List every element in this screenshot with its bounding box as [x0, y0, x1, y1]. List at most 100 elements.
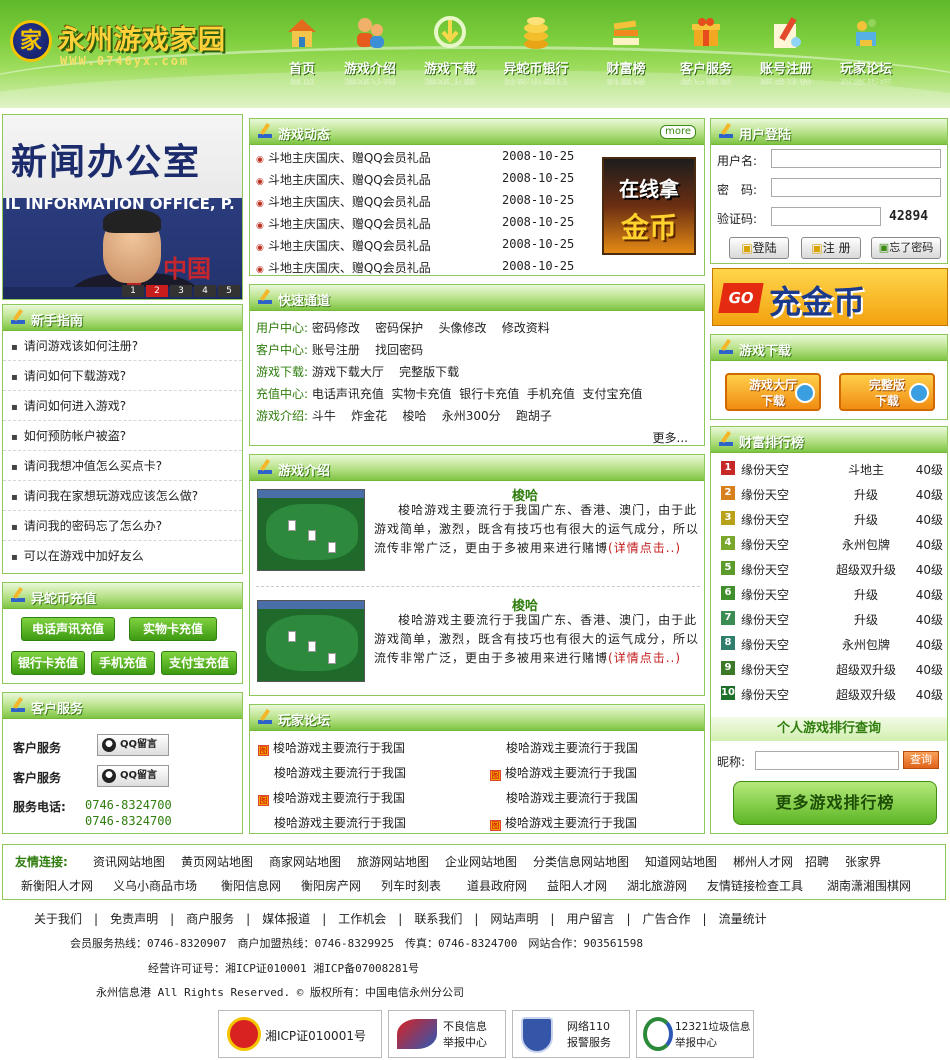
quick-link[interactable]: 完整版下载	[399, 365, 459, 379]
ranking-row[interactable]: 4 缘份天空 永州包牌 40级	[721, 532, 943, 557]
footer-link[interactable]: 流量统计	[719, 912, 767, 926]
ranking-row[interactable]: 1 缘份天空 斗地主 40级	[721, 457, 943, 482]
news-photo[interactable]: 新闻办公室 IL INFORMATION OFFICE, P. 中国 1 2 3…	[2, 114, 243, 300]
slide-page-5[interactable]: 5	[218, 285, 240, 297]
footer-link[interactable]: 工作机会	[338, 912, 386, 926]
nickname-input[interactable]	[755, 751, 899, 770]
password-input[interactable]	[771, 178, 941, 197]
quick-link[interactable]: 手机充值	[527, 387, 575, 401]
more-ranking-button[interactable]: 更多游戏排行榜	[733, 781, 937, 825]
nav-game-intro[interactable]: 游戏介绍 游戏介绍	[330, 14, 410, 85]
footer-link[interactable]: 关于我们	[34, 912, 82, 926]
ranking-row[interactable]: 9 缘份天空 超级双升级 40级	[721, 657, 943, 682]
guide-item[interactable]: 请问如何进入游戏?	[3, 391, 242, 421]
quick-link[interactable]: 密码修改	[312, 321, 360, 335]
footer-link[interactable]: 免责声明	[110, 912, 158, 926]
ranking-row[interactable]: 2 缘份天空 升级 40级	[721, 482, 943, 507]
friend-link[interactable]: 招聘	[805, 853, 829, 870]
quick-link[interactable]: 跑胡子	[516, 409, 552, 423]
friend-link[interactable]: 黄页网站地图	[181, 853, 253, 870]
nav-wealth-rank[interactable]: 财富榜 财富榜	[586, 14, 666, 85]
quick-link[interactable]: 永州300分	[442, 409, 501, 423]
quick-link[interactable]: 修改资料	[502, 321, 550, 335]
friend-link[interactable]: 湖南潇湘围棋网	[827, 877, 911, 894]
forum-post[interactable]: 图梭哈游戏主要流行于我国	[490, 764, 637, 781]
friend-link[interactable]: 知道网站地图	[645, 853, 717, 870]
guide-item[interactable]: 可以在游戏中加好友么	[3, 541, 242, 571]
friend-link[interactable]: 企业网站地图	[445, 853, 517, 870]
ranking-row[interactable]: 10 缘份天空 超级双升级 40级	[721, 682, 943, 707]
card-recharge-button[interactable]: 实物卡充值	[129, 617, 217, 641]
friend-link[interactable]: 列车时刻表	[381, 877, 441, 894]
ranking-row[interactable]: 8 缘份天空 永州包牌 40级	[721, 632, 943, 657]
news-item[interactable]: ◉ 斗地主庆国庆、赠QQ会员礼品	[256, 237, 431, 254]
friend-link[interactable]: 郴州人才网	[733, 853, 793, 870]
login-button[interactable]: ▣登陆	[729, 237, 789, 259]
slide-page-4[interactable]: 4	[194, 285, 216, 297]
spam-report-badge[interactable]: 12321垃圾信息 举报中心	[636, 1010, 754, 1058]
friend-link[interactable]: 资讯网站地图	[93, 853, 165, 870]
guide-item[interactable]: 请问游戏该如何注册?	[3, 331, 242, 361]
news-item[interactable]: ◉ 斗地主庆国庆、赠QQ会员礼品	[256, 149, 431, 166]
forum-post[interactable]: 图梭哈游戏主要流行于我国	[490, 814, 637, 831]
guide-item[interactable]: 请问我想冲值怎么买点卡?	[3, 451, 242, 481]
quick-link[interactable]: 找回密码	[375, 343, 423, 357]
detail-link[interactable]: (详情点击..)	[608, 651, 681, 665]
ranking-row[interactable]: 3 缘份天空 升级 40级	[721, 507, 943, 532]
ranking-row[interactable]: 6 缘份天空 升级 40级	[721, 582, 943, 607]
recharge-banner[interactable]: GO 充金币	[712, 268, 948, 326]
quick-link[interactable]: 游戏下载大厅	[312, 365, 384, 379]
news-item[interactable]: ◉ 斗地主庆国庆、赠QQ会员礼品	[256, 193, 431, 210]
quick-link[interactable]: 账号注册	[312, 343, 360, 357]
phone-recharge-button[interactable]: 电话声讯充值	[21, 617, 115, 641]
news-item[interactable]: ◉ 斗地主庆国庆、赠QQ会员礼品	[256, 215, 431, 232]
alipay-recharge-button[interactable]: 支付宝充值	[161, 651, 237, 675]
footer-link[interactable]: 网站声明	[490, 912, 538, 926]
query-button[interactable]: 查询	[903, 751, 939, 769]
news-more-button[interactable]: more	[660, 125, 696, 139]
footer-link[interactable]: 广告合作	[643, 912, 691, 926]
net-police-badge[interactable]: 网络110 报警服务	[512, 1010, 630, 1058]
quick-link[interactable]: 密码保护	[375, 321, 423, 335]
guide-item[interactable]: 请问我的密码忘了怎么办?	[3, 511, 242, 541]
quick-more-link[interactable]: 更多...	[653, 429, 688, 446]
full-download-button[interactable]: 完整版 下载	[839, 373, 935, 411]
forum-post[interactable]: 梭哈游戏主要流行于我国	[274, 814, 406, 831]
nav-coin-bank[interactable]: 异蛇币银行 异蛇币银行	[496, 14, 576, 85]
logo-title[interactable]: 永州游戏家园	[58, 18, 226, 57]
footer-link[interactable]: 联系我们	[414, 912, 462, 926]
forum-post[interactable]: 图梭哈游戏主要流行于我国	[258, 739, 405, 756]
forum-post[interactable]: 梭哈游戏主要流行于我国	[274, 764, 406, 781]
lobby-download-button[interactable]: 游戏大厅 下载	[725, 373, 821, 411]
bad-info-report-badge[interactable]: 不良信息 举报中心	[388, 1010, 506, 1058]
nav-forum[interactable]: 玩家论坛 玩家论坛	[826, 14, 906, 85]
news-item[interactable]: ◉ 斗地主庆国庆、赠QQ会员礼品	[256, 171, 431, 188]
friend-link[interactable]: 衡阳房产网	[301, 877, 361, 894]
friend-link[interactable]: 新衡阳人才网	[21, 877, 93, 894]
nav-register[interactable]: 账号注册 账号注册	[746, 14, 826, 85]
captcha-input[interactable]	[771, 207, 881, 226]
quick-link[interactable]: 斗牛	[312, 409, 336, 423]
guide-item[interactable]: 请问我在家想玩游戏应该怎么做?	[3, 481, 242, 511]
slide-page-1[interactable]: 1	[122, 285, 144, 297]
qq-message-button[interactable]: QQ留言	[97, 734, 169, 756]
guide-item[interactable]: 如何预防帐户被盗?	[3, 421, 242, 451]
quick-link[interactable]: 头像修改	[438, 321, 486, 335]
friend-link[interactable]: 张家界	[845, 853, 881, 870]
friend-link[interactable]: 分类信息网站地图	[533, 853, 629, 870]
friend-link[interactable]: 道县政府网	[467, 877, 527, 894]
mobile-recharge-button[interactable]: 手机充值	[91, 651, 155, 675]
game-thumbnail[interactable]	[257, 600, 365, 682]
nav-game-download[interactable]: 游戏下载 游戏下载	[410, 14, 490, 85]
ranking-row[interactable]: 7 缘份天空 升级 40级	[721, 607, 943, 632]
detail-link[interactable]: (详情点击..)	[608, 541, 681, 555]
quick-link[interactable]: 支付宝充值	[583, 387, 643, 401]
footer-link[interactable]: 媒体报道	[262, 912, 310, 926]
friend-link[interactable]: 衡阳信息网	[221, 877, 281, 894]
slide-page-3[interactable]: 3	[170, 285, 192, 297]
logo-emblem-icon[interactable]: 家	[10, 20, 52, 62]
ranking-row[interactable]: 5 缘份天空 超级双升级 40级	[721, 557, 943, 582]
icp-badge[interactable]: 湘ICP证010001号	[218, 1010, 382, 1058]
forum-post[interactable]: 梭哈游戏主要流行于我国	[506, 739, 638, 756]
quick-link[interactable]: 炸金花	[351, 409, 387, 423]
